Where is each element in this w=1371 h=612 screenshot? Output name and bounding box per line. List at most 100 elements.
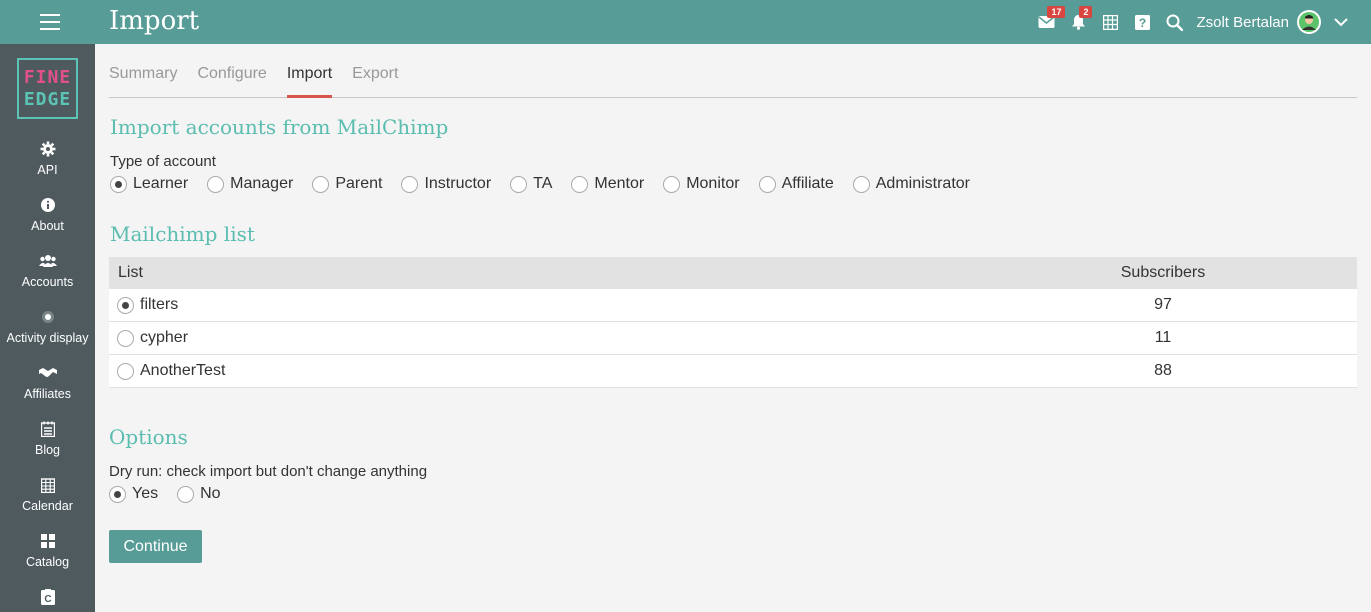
radio-label: Administrator: [875, 175, 970, 192]
radio-circle: [109, 485, 126, 503]
radio-circle: [312, 175, 330, 193]
user-menu-chevron[interactable]: [1331, 12, 1351, 32]
sidebar-item-about[interactable]: About: [0, 192, 95, 248]
sidebar-item-next[interactable]: C: [0, 584, 95, 612]
search-icon: [1166, 14, 1183, 31]
sidebar-item-calendar[interactable]: Calendar: [0, 472, 95, 528]
mailchimp-section-title: Mailchimp list: [110, 222, 255, 246]
dot-icon: [41, 311, 54, 323]
users-icon: [38, 255, 57, 267]
radio-parent[interactable]: Parent: [312, 175, 382, 193]
radio-learner[interactable]: Learner: [110, 175, 188, 193]
user-avatar-icon: [1299, 12, 1319, 32]
tab-import[interactable]: Import: [286, 44, 333, 98]
account-type-label: Type of account: [110, 153, 216, 170]
radio-circle: [510, 175, 528, 193]
sidebar-item-activity-display[interactable]: Activity display: [0, 304, 95, 360]
svg-text:C: C: [44, 594, 51, 605]
main-content: Summary Configure Import Export Import a…: [109, 44, 1357, 563]
sidebar-item-catalog[interactable]: Catalog: [0, 528, 95, 584]
mailchimp-list-table: List Subscribers filters 97 cypher 11 An…: [109, 257, 1357, 388]
sidebar: FINE EDGE API About Accounts Activity di…: [0, 44, 95, 612]
column-header-list: List: [118, 264, 143, 281]
table-row[interactable]: filters 97: [109, 289, 1357, 322]
sidebar-item-affiliates[interactable]: Affiliates: [0, 360, 95, 416]
sidebar-item-label: Calendar: [22, 499, 73, 513]
radio-circle: [110, 175, 127, 193]
sidebar-item-label: Accounts: [21, 275, 74, 289]
blog-icon: [40, 421, 55, 437]
subscriber-count: 97: [1154, 296, 1172, 313]
radio-circle: [852, 175, 870, 193]
radio-circle: [117, 329, 134, 347]
radio-list-anothertest[interactable]: AnotherTest: [117, 362, 225, 380]
table-row[interactable]: cypher 11: [109, 322, 1357, 355]
radio-affiliate[interactable]: Affiliate: [758, 175, 834, 193]
top-bar: Import 17 2 ? Zsolt Bertalan: [0, 0, 1371, 44]
radio-label: No: [200, 485, 221, 502]
notifications-badge: 2: [1079, 6, 1093, 18]
radio-mentor[interactable]: Mentor: [571, 175, 644, 193]
subscriber-count: 88: [1154, 362, 1172, 379]
radio-dry-run-yes[interactable]: Yes: [109, 485, 158, 503]
handshake-icon: [38, 368, 57, 377]
table-header: List Subscribers: [109, 257, 1357, 289]
radio-list-cypher[interactable]: cypher: [117, 329, 188, 347]
radio-dry-run-no[interactable]: No: [177, 485, 221, 503]
avatar[interactable]: [1297, 10, 1321, 34]
radio-circle: [758, 175, 776, 193]
radio-ta[interactable]: TA: [510, 175, 552, 193]
radio-circle: [177, 485, 195, 503]
radio-circle: [663, 175, 681, 193]
radio-list-filters[interactable]: filters: [117, 296, 178, 314]
table-row[interactable]: AnotherTest 88: [109, 355, 1357, 388]
radio-label: Manager: [230, 175, 294, 192]
radio-monitor[interactable]: Monitor: [663, 175, 740, 193]
radio-circle: [117, 296, 134, 314]
help-button[interactable]: ?: [1126, 0, 1158, 44]
radio-instructor[interactable]: Instructor: [401, 175, 491, 193]
logo-line-2: EDGE: [23, 88, 72, 110]
continue-button[interactable]: Continue: [109, 530, 202, 563]
tab-export[interactable]: Export: [352, 44, 398, 97]
help-icon: ?: [1134, 14, 1150, 30]
radio-administrator[interactable]: Administrator: [852, 175, 970, 193]
sidebar-item-label: API: [37, 163, 58, 177]
sidebar-item-label: Activity display: [6, 331, 89, 345]
calendar-grid-icon: [1102, 14, 1118, 30]
account-type-radio-group: Learner Manager Parent Instructor TA Men…: [110, 175, 989, 193]
mail-button[interactable]: 17: [1030, 0, 1066, 44]
logo-line-1: FINE: [23, 66, 72, 88]
sidebar-item-label: Blog: [34, 443, 61, 457]
tab-summary[interactable]: Summary: [109, 44, 177, 97]
tab-configure[interactable]: Configure: [197, 44, 266, 97]
search-button[interactable]: [1158, 0, 1190, 44]
radio-label: Monitor: [686, 175, 740, 192]
radio-label: Mentor: [594, 175, 645, 192]
calendar-button[interactable]: [1094, 0, 1126, 44]
sidebar-item-accounts[interactable]: Accounts: [0, 248, 95, 304]
info-icon: [40, 198, 55, 212]
radio-circle: [401, 175, 419, 193]
svg-text:?: ?: [1139, 16, 1146, 30]
tab-bar: Summary Configure Import Export: [109, 44, 1357, 98]
radio-label: Instructor: [424, 175, 492, 192]
grid-icon: [40, 534, 55, 548]
menu-icon[interactable]: [40, 14, 60, 30]
radio-label: Learner: [133, 175, 189, 192]
sidebar-item-label: About: [31, 219, 64, 233]
sidebar-item-api[interactable]: API: [0, 136, 95, 192]
radio-label: Affiliate: [781, 175, 834, 192]
radio-label: Parent: [335, 175, 383, 192]
page-scrollbar[interactable]: [1357, 44, 1371, 612]
dry-run-label: Dry run: check import but don't change a…: [109, 463, 428, 480]
sidebar-nav: API About Accounts Activity display Affi…: [0, 136, 95, 612]
radio-manager[interactable]: Manager: [207, 175, 293, 193]
sidebar-item-label: Affiliates: [23, 387, 71, 401]
certificate-icon: C: [40, 589, 55, 605]
notifications-button[interactable]: 2: [1062, 0, 1094, 44]
user-name[interactable]: Zsolt Bertalan: [1196, 14, 1289, 31]
sidebar-item-blog[interactable]: Blog: [0, 416, 95, 472]
fineedge-logo[interactable]: FINE EDGE: [17, 58, 78, 119]
page-title: Import: [109, 6, 200, 36]
